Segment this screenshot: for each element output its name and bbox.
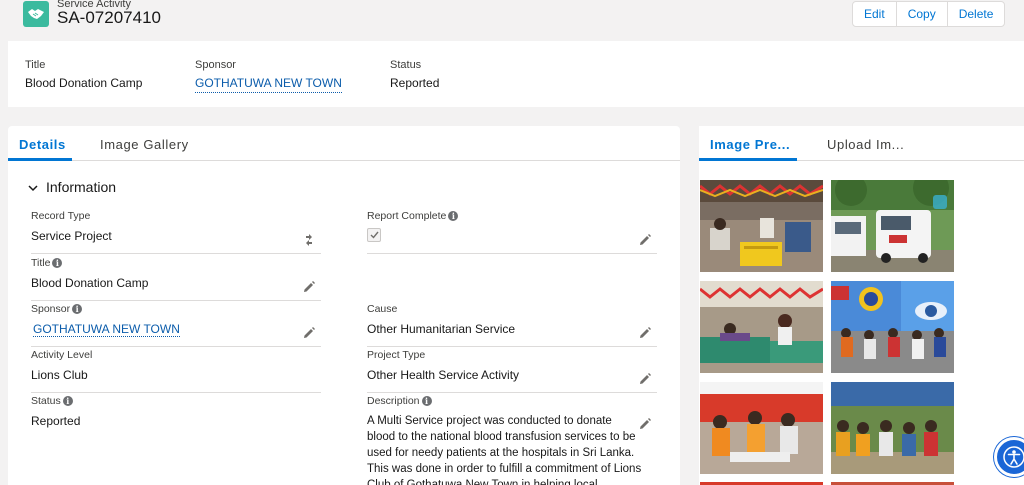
record-header: Service Activity SA-07207410 Edit Copy D… [0,0,1024,40]
field-label: Cause [367,303,398,315]
highlight-sponsor: Sponsor GOTHATUWA NEW TOWN [195,59,342,93]
gallery-image[interactable] [831,382,954,474]
field-label: Record Type [31,210,91,222]
edit-button[interactable]: Edit [853,2,896,26]
section-title-label: Information [46,179,117,195]
section-information[interactable]: Information [28,179,116,195]
gallery-image[interactable] [700,382,823,474]
field-label: Description i [367,395,657,407]
highlight-sponsor-link[interactable]: GOTHATUWA NEW TOWN [195,76,342,93]
field-value: Service Project [31,229,112,243]
tab-details[interactable]: Details [19,137,66,152]
highlight-status-value: Reported [390,76,440,90]
active-tab-indicator [8,158,72,161]
image-preview-card: Image Pre... Upload Im... [699,126,1024,485]
description-line: This was done in order to fulfill a comm… [367,463,642,475]
field-title: Title i Blood Donation Camp [31,257,321,301]
record-actions: Edit Copy Delete [852,1,1006,27]
highlight-status-label: Status [390,59,422,71]
description-line: blood to the national blood transfusion … [367,431,636,443]
field-value: Other Humanitarian Service [367,322,516,336]
tab-image-gallery[interactable]: Image Gallery [100,137,189,152]
sponsor-link[interactable]: GOTHATUWA NEW TOWN [33,322,180,337]
field-status: Status i Reported [31,395,321,439]
info-icon[interactable]: i [62,396,73,406]
field-record-type: Record Type Service Project [31,210,321,254]
tab-upload-image[interactable]: Upload Im... [827,137,904,152]
tab-image-preview[interactable]: Image Pre... [710,137,790,152]
field-label: Sponsor i [31,303,321,315]
description-line: A Multi Service project was conducted to… [367,415,612,427]
field-label: Title i [31,257,321,269]
field-value: Reported [31,414,81,428]
field-activity-level: Activity Level Lions Club [31,349,321,393]
pencil-icon[interactable] [639,417,651,429]
copy-button[interactable]: Copy [895,2,947,26]
gallery-image[interactable] [831,180,954,272]
field-value: Other Health Service Activity [367,368,520,382]
handshake-icon [23,1,49,27]
detail-tabs: Details Image Gallery [8,126,680,161]
info-icon[interactable]: i [421,396,432,406]
record-name: SA-07207410 [57,8,161,27]
info-icon[interactable]: i [72,304,83,314]
field-value: Blood Donation Camp [31,276,149,290]
delete-button[interactable]: Delete [946,2,1005,26]
highlight-title-value: Blood Donation Camp [25,76,143,90]
pencil-icon[interactable] [303,280,315,292]
description-line: used for needy patients at the hospitals… [367,447,635,459]
field-label: Report Complete i [367,210,657,222]
field-cause: Cause Other Humanitarian Service [367,303,657,347]
field-value: Lions Club [31,368,88,382]
pencil-icon[interactable] [639,326,651,338]
gallery-image[interactable] [700,180,823,272]
pencil-icon[interactable] [639,372,651,384]
field-project-type: Project Type Other Health Service Activi… [367,349,657,393]
field-label: Project Type [367,349,426,361]
info-icon[interactable]: i [52,258,63,268]
field-label: Status i [31,395,321,407]
field-label: Activity Level [31,349,93,361]
field-report-complete: Report Complete i [367,210,657,254]
highlight-title-label: Title [25,59,46,71]
field-sponsor: Sponsor i GOTHATUWA NEW TOWN [31,303,321,347]
highlight-sponsor-label: Sponsor [195,59,236,71]
image-tabs: Image Pre... Upload Im... [699,126,1024,161]
chevron-down-icon [28,179,38,195]
highlights-panel: Title Blood Donation Camp Sponsor GOTHAT… [8,41,1024,107]
field-description: Description i A Multi Service project was… [367,395,657,485]
info-icon[interactable]: i [448,211,459,221]
highlight-title: Title Blood Donation Camp [25,59,142,90]
field-value: A Multi Service project was conducted to… [367,413,657,485]
details-card: Details Image Gallery Information Record… [8,126,680,485]
report-complete-checkbox [367,228,381,242]
active-tab-indicator [699,158,797,161]
highlight-status: Status Reported [390,59,439,90]
description-line: Club of Gothatuwa New Town in helping lo… [367,479,598,485]
gallery-image[interactable] [700,281,823,373]
change-record-type-icon[interactable] [303,233,315,246]
pencil-icon[interactable] [639,233,651,245]
pencil-icon[interactable] [303,326,315,338]
gallery-image[interactable] [831,281,954,373]
